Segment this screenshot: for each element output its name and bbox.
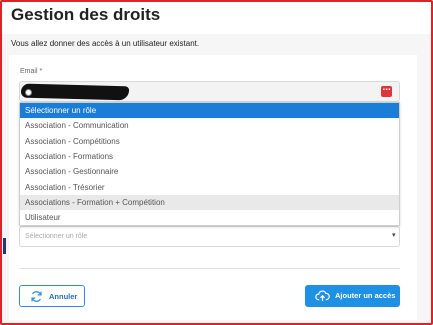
- add-access-label: Ajouter un accès: [335, 291, 396, 300]
- cancel-button[interactable]: Annuler: [19, 285, 85, 307]
- email-radio: [25, 89, 32, 96]
- email-value-redacted: [20, 83, 130, 101]
- role-option[interactable]: Association - Communication: [20, 118, 399, 133]
- divider: [19, 268, 400, 269]
- more-icon[interactable]: ⋯: [381, 86, 392, 97]
- email-label: Email *: [20, 68, 43, 75]
- cancel-label: Annuler: [49, 292, 78, 301]
- role-option[interactable]: Association - Formations: [20, 149, 399, 164]
- role-select-placeholder: Sélectionner un rôle: [25, 233, 88, 240]
- page-title: Gestion des droits: [11, 5, 161, 24]
- cloud-upload-icon: [315, 290, 330, 302]
- role-option[interactable]: Association - Trésorier: [20, 180, 399, 195]
- side-accent: [3, 238, 6, 254]
- role-dropdown-list[interactable]: Sélectionner un rôle Association - Commu…: [19, 102, 400, 226]
- role-option[interactable]: Association - Gestionnaire: [20, 164, 399, 179]
- top-bar: Gestion des droits: [0, 0, 433, 34]
- chevron-down-icon[interactable]: ▾: [392, 231, 396, 239]
- role-option[interactable]: Utilisateur: [20, 210, 399, 225]
- role-option[interactable]: Sélectionner un rôle: [20, 103, 399, 119]
- add-access-button[interactable]: Ajouter un accès: [305, 285, 400, 307]
- role-option[interactable]: Association - Compétitions: [20, 134, 399, 149]
- intro-text: Vous allez donner des accès à un utilisa…: [11, 39, 200, 48]
- refresh-icon: [31, 291, 42, 302]
- role-option[interactable]: Associations - Formation + Compétition: [20, 194, 399, 211]
